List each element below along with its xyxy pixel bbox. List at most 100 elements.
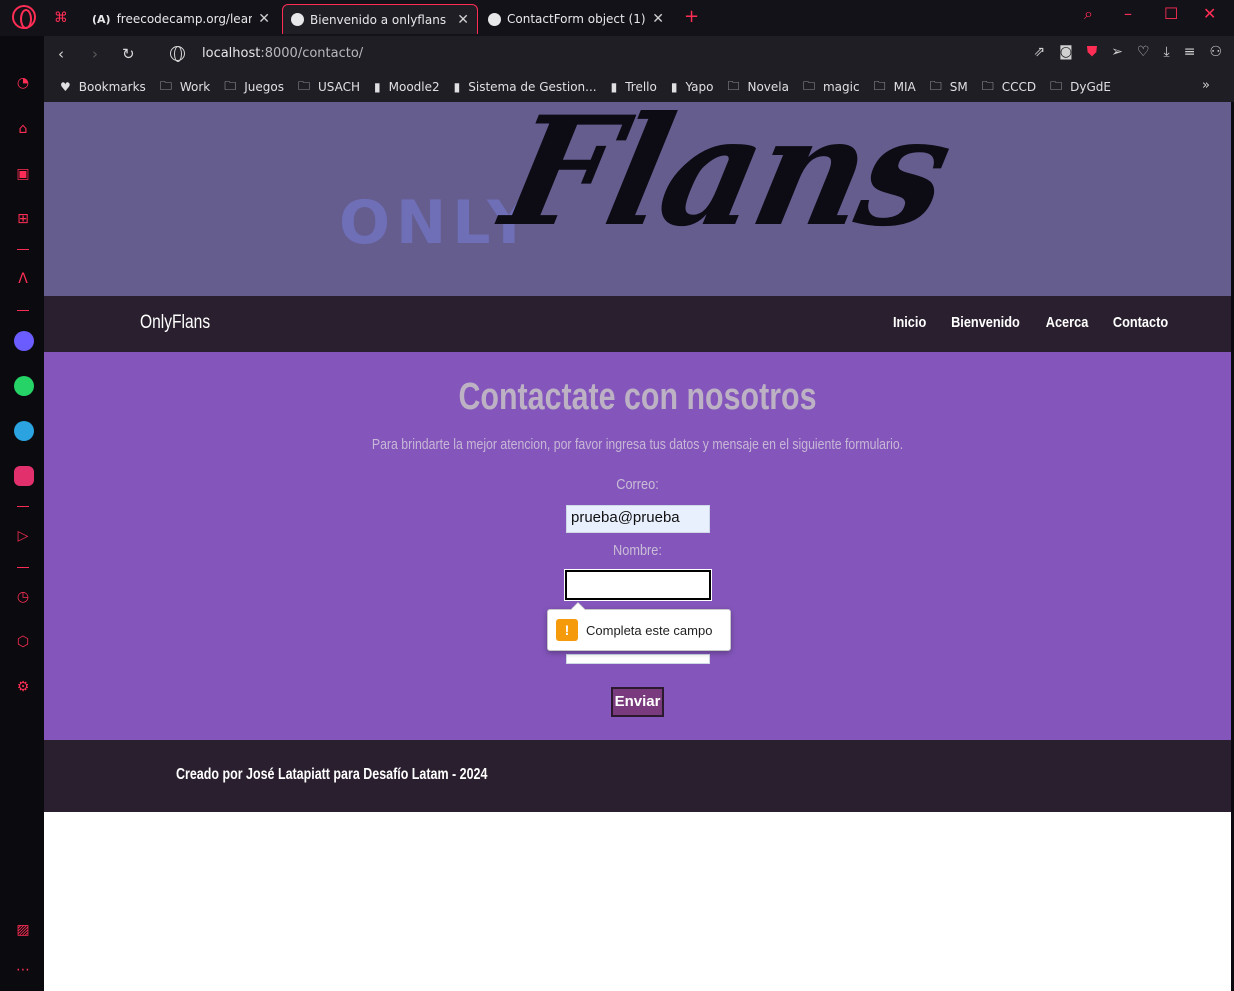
history-clock-icon[interactable]: ◷ — [14, 588, 32, 606]
back-icon[interactable]: ‹ — [58, 45, 64, 63]
bookmark-page[interactable]: ▮ Yapo — [671, 80, 714, 94]
heart-icon[interactable]: ♡ — [1137, 44, 1150, 60]
site-footer: Creado por José Latapiatt para Desafío L… — [44, 740, 1231, 812]
more-bookmarks-icon[interactable]: » — [1202, 78, 1210, 93]
forward-icon[interactable]: › — [92, 45, 98, 63]
page-icon: ▮ — [610, 80, 618, 94]
aria-icon[interactable]: ᐱ — [14, 270, 32, 288]
more-options-icon[interactable]: ⋯ — [14, 961, 32, 979]
page-icon: ▮ — [374, 80, 381, 94]
site-info-globe-icon[interactable] — [170, 46, 185, 62]
close-icon[interactable]: ✕ — [652, 11, 664, 27]
url-input[interactable]: localhost:8000/contacto/ — [202, 46, 363, 61]
message-field[interactable] — [566, 654, 710, 664]
messenger-icon[interactable] — [14, 331, 34, 351]
page-subtitle: Para brindarte la mejor atencion, por fa… — [371, 436, 904, 453]
reload-icon[interactable]: ↻ — [122, 45, 135, 63]
settings-gear-icon[interactable]: ⚙ — [14, 678, 32, 696]
folder-icon: 🗀 — [297, 78, 310, 93]
folder-icon: 🗀 — [1050, 78, 1063, 93]
heart-icon: ♥ — [60, 80, 71, 94]
download-icon[interactable]: ⤓ — [1164, 44, 1170, 60]
extensions-cube-icon[interactable]: ⬡ — [14, 633, 32, 651]
tab-title: ContactForm object (1) | Ch — [507, 12, 646, 26]
globe-favicon-icon — [291, 13, 304, 26]
name-label: Nombre: — [613, 542, 662, 559]
easy-setup-icon[interactable]: ≡ — [1184, 44, 1196, 60]
validation-message: Completa este campo — [586, 622, 713, 638]
submit-button[interactable]: Enviar — [611, 687, 664, 717]
tab-title: Bienvenido a onlyflans — [310, 12, 447, 27]
folder-icon: 🗀 — [802, 78, 815, 93]
site-navbar: OnlyFlans Inicio Bienvenido Acerca Conta… — [44, 296, 1231, 352]
tab-contactform[interactable]: ContactForm object (1) | Ch ✕ — [480, 4, 672, 34]
minimize-icon[interactable]: – — [1124, 4, 1132, 23]
gamepad-icon[interactable]: ⌘ — [54, 10, 68, 26]
close-icon[interactable]: ✕ — [258, 11, 270, 27]
bookmark-folder[interactable]: 🗀 DyGdE — [1050, 77, 1111, 98]
page-icon: ▮ — [670, 80, 678, 94]
share-icon[interactable]: ⇗ — [1033, 44, 1045, 60]
sidebar-divider — [17, 249, 29, 250]
bookmark-folder[interactable]: 🗀 Novela — [727, 77, 789, 98]
maximize-icon[interactable]: ☐ — [1164, 4, 1178, 23]
browser-sidebar: ◔ ⌂ ▣ ⊞ ᐱ ▷ ◷ ⬡ ⚙ ▨ ⋯ — [0, 36, 44, 991]
send-icon[interactable]: ➢ — [1111, 44, 1123, 60]
page-title: Contactate con nosotros — [458, 376, 817, 418]
url-host: localhost — [202, 46, 261, 61]
page-viewport: ONLY Flans OnlyFlans Inicio Bienvenido A… — [44, 102, 1231, 991]
telegram-icon[interactable] — [14, 421, 34, 441]
adblock-shield-icon[interactable]: ⛊ — [1087, 44, 1098, 60]
globe-favicon-icon — [488, 12, 501, 26]
navbar-brand[interactable]: OnlyFlans — [140, 312, 210, 334]
bookmark-folder[interactable]: 🗀 Juegos — [224, 77, 284, 98]
nav-link-bienvenido[interactable]: Bienvenido — [951, 314, 1020, 331]
tab-onlyflans[interactable]: Bienvenido a onlyflans ✕ — [282, 4, 478, 34]
address-bar: ‹ › ↻ localhost:8000/contacto/ ⇗ ◙ ⛊ ➢ ♡… — [44, 36, 1234, 72]
bookmark-folder[interactable]: 🗀 USACH — [298, 77, 360, 98]
footer-credit: Creado por José Latapiatt para Desafío L… — [176, 766, 488, 783]
profile-icon[interactable]: ⚇ — [1209, 44, 1222, 60]
name-field[interactable] — [564, 569, 712, 601]
bookmarks-bar: ♥ Bookmarks 🗀 Work 🗀 Juegos 🗀 USACH ▮ Moodle2… — [44, 72, 1234, 102]
instagram-icon[interactable] — [14, 466, 34, 486]
folder-icon: 🗀 — [159, 78, 172, 93]
search-icon[interactable]: ⌕ — [1084, 4, 1093, 24]
new-tab-plus-icon[interactable]: + — [684, 6, 699, 27]
nav-link-acerca[interactable]: Acerca — [1046, 314, 1089, 331]
bookmark-page[interactable]: ▮ Moodle2 — [374, 80, 440, 94]
ai-chip-icon[interactable]: ⊞ — [14, 210, 32, 228]
nav-link-contacto[interactable]: Contacto — [1113, 314, 1168, 331]
bookmark-folder[interactable]: 🗀 Work — [160, 77, 210, 98]
validation-tooltip: ! Completa este campo — [547, 602, 731, 651]
email-label: Correo: — [616, 476, 659, 493]
whatsapp-icon[interactable] — [14, 376, 34, 396]
wallpaper-image-icon[interactable]: ▨ — [14, 921, 32, 939]
bookmark-page[interactable]: ▮ Sistema de Gestion... — [454, 80, 597, 94]
page-icon: ▮ — [453, 80, 461, 94]
speed-dial-icon[interactable]: ◔ — [14, 74, 32, 92]
player-icon[interactable]: ▷ — [14, 527, 32, 545]
bookmark-folder[interactable]: 🗀 SM — [930, 77, 968, 98]
camera-icon[interactable]: ◙ — [1059, 44, 1073, 60]
sidebar-divider — [17, 310, 29, 311]
bookmark-folder[interactable]: 🗀 magic — [803, 77, 860, 98]
close-window-icon[interactable]: ✕ — [1203, 4, 1216, 23]
bookmark-page[interactable]: ▮ Trello — [611, 80, 657, 94]
tab-freecodecamp[interactable]: (A) freecodecamp.org/learn/20 ✕ — [84, 4, 278, 34]
folder-icon: 🗀 — [873, 78, 886, 93]
hero-banner: ONLY Flans — [44, 102, 1231, 296]
twitch-icon[interactable]: ▣ — [14, 165, 32, 183]
shopping-icon[interactable]: ⌂ — [14, 120, 32, 138]
folder-icon: 🗀 — [224, 78, 237, 93]
close-icon[interactable]: ✕ — [457, 12, 469, 28]
folder-icon: 🗀 — [981, 78, 994, 93]
bookmark-item[interactable]: ♥ Bookmarks — [60, 80, 146, 94]
bookmark-folder[interactable]: 🗀 MIA — [874, 77, 916, 98]
contact-section: Contactate con nosotros Para brindarte l… — [44, 352, 1231, 740]
bookmark-folder[interactable]: 🗀 CCCD — [982, 77, 1036, 98]
opera-logo-icon[interactable] — [12, 5, 36, 29]
nav-link-inicio[interactable]: Inicio — [893, 314, 926, 331]
tab-title: freecodecamp.org/learn/20 — [116, 12, 253, 26]
email-field[interactable]: prueba@prueba — [566, 505, 710, 533]
